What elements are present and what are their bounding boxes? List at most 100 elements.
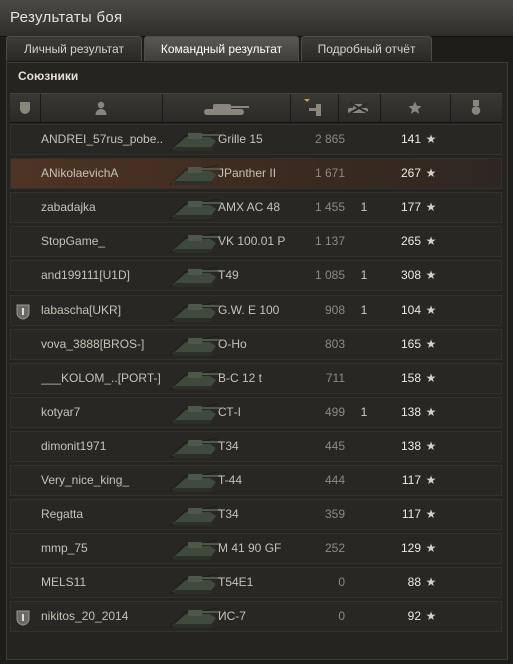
squad-badge-icon [16, 472, 34, 488]
experience-star-icon: ★ [425, 575, 437, 590]
tank-silhouette-icon [166, 298, 224, 324]
player-name[interactable]: Regatta [41, 500, 169, 529]
xp-value: 359 [324, 507, 345, 522]
tank-name: ИС-7 [218, 609, 246, 624]
kills-value [349, 500, 379, 529]
player-name[interactable]: ANikolaevichA [41, 159, 169, 188]
kills-value [349, 466, 379, 495]
table-row[interactable]: Regatta T34 359 117 ★ [10, 499, 502, 531]
player-name[interactable]: dimonit1971 [41, 432, 169, 461]
player-name[interactable]: Very_nice_king_ [41, 466, 169, 495]
tank-silhouette-icon [166, 400, 224, 426]
experience-value: 138 [400, 404, 421, 419]
tank-name: T-44 [218, 473, 243, 487]
table-row[interactable]: MELS11 T54E1 0 88 ★ [10, 567, 502, 599]
player-name[interactable]: kotyar7 [41, 398, 169, 427]
table-row[interactable]: nikitos_20_2014 ИС-7 0 92 ★ [10, 601, 502, 633]
tank-silhouette-icon [166, 434, 224, 460]
table-row[interactable]: labascha[UKR] G.W. E 100 908 1 104 ★ [10, 294, 502, 326]
xp-value: 803 [324, 336, 345, 351]
player-name[interactable]: StopGame_ [41, 227, 169, 256]
experience-value: 177 [400, 200, 421, 215]
table-row[interactable]: ANikolaevichA JPanther II 1 671 267 ★ [10, 158, 502, 190]
xp-column-header[interactable] [290, 94, 339, 122]
medals-cell [456, 330, 496, 359]
experience-value: 88 [407, 575, 421, 590]
player-name[interactable]: nikitos_20_2014 [41, 602, 169, 631]
tab-detailed-report[interactable]: Подробный отчёт [301, 36, 432, 61]
kills-value [349, 432, 379, 461]
tab-personal-result[interactable]: Личный результат [6, 36, 142, 61]
xp-value: 445 [324, 438, 345, 453]
table-row[interactable]: StopGame_ VK 100.01 P 1 137 265 ★ [10, 226, 502, 258]
table-row[interactable]: ANDREI_57rus_pobe.. Grille 15 2 865 141 ★ [10, 124, 502, 155]
table-row[interactable]: vova_3888[BROS-] O-Ho 803 165 ★ [10, 328, 502, 360]
xp-sort-icon [304, 99, 321, 116]
tank-silhouette-icon [166, 502, 224, 528]
table-row[interactable]: kotyar7 СТ-I 499 1 138 ★ [10, 396, 502, 428]
tank-name: O-Ho [218, 336, 247, 351]
player-column-header[interactable] [40, 94, 163, 122]
xp-value: 1 137 [314, 234, 345, 249]
kills-value [349, 568, 379, 597]
xp-value: 908 [324, 302, 345, 317]
experience-column-header[interactable] [380, 94, 451, 122]
medal-icon [471, 100, 481, 115]
experience-star-icon: ★ [425, 302, 437, 317]
tank-name: JPanther II [218, 166, 277, 181]
table-row[interactable]: ___KOLOM_..[PORT-] B-C 12 t 711 158 ★ [10, 362, 502, 394]
table-row[interactable]: and199111[U1D] T49 1 085 1 308 ★ [10, 260, 502, 292]
player-icon [95, 101, 107, 115]
squad-badge-icon [16, 302, 34, 320]
player-name[interactable]: mmp_75 [41, 534, 169, 563]
kills-column-header[interactable] [338, 94, 381, 122]
experience-value: 158 [400, 370, 421, 385]
kills-value [349, 227, 379, 256]
tank-silhouette-icon [166, 161, 224, 187]
squad-badge-icon [16, 199, 34, 215]
squad-badge-icon [16, 165, 34, 181]
section-title-allies: Союзники [18, 69, 79, 83]
medals-cell [456, 398, 496, 427]
player-name[interactable]: MELS11 [41, 568, 169, 597]
xp-value: 499 [324, 404, 345, 419]
player-name[interactable]: ANDREI_57rus_pobe.. [41, 125, 169, 154]
table-row[interactable]: Very_nice_king_ T-44 444 117 ★ [10, 465, 502, 496]
table-row[interactable]: dimonit1971 T34 445 138 ★ [10, 430, 502, 462]
experience-value: 141 [400, 132, 421, 146]
experience-value: 165 [400, 336, 421, 351]
player-name[interactable]: and199111[U1D] [41, 261, 169, 290]
table-row[interactable]: mmp_75 M 41 90 GF 252 129 ★ [10, 533, 502, 565]
tab-team-result[interactable]: Командный результат [144, 36, 299, 61]
medals-cell [456, 568, 496, 597]
player-name[interactable]: zabadajka [41, 193, 169, 222]
squad-badge-icon [16, 438, 34, 454]
medals-cell [456, 296, 496, 325]
squad-badge-icon [16, 540, 34, 556]
tank-silhouette-icon [166, 229, 224, 255]
medals-cell [456, 500, 496, 529]
medals-cell [456, 159, 496, 188]
player-name[interactable]: labascha[UKR] [41, 296, 169, 325]
player-name[interactable]: vova_3888[BROS-] [41, 330, 169, 359]
xp-value: 0 [338, 609, 345, 624]
medals-cell [456, 193, 496, 222]
squad-badge-icon [16, 574, 34, 590]
kills-icon [348, 102, 369, 114]
experience-star-icon: ★ [425, 200, 437, 215]
tank-column-header[interactable] [162, 94, 291, 122]
tank-name: G.W. E 100 [218, 302, 280, 317]
squad-badge-icon [16, 131, 34, 147]
player-name[interactable]: ___KOLOM_..[PORT-] [41, 364, 169, 393]
experience-value: 308 [400, 268, 421, 283]
experience-value: 117 [401, 473, 421, 487]
experience-star-icon: ★ [425, 541, 437, 556]
squad-badge-icon [16, 370, 34, 386]
table-header [10, 93, 502, 123]
table-row[interactable]: zabadajka AMX AC 48 1 455 1 177 ★ [10, 192, 502, 224]
squad-column-header[interactable] [10, 94, 41, 122]
xp-value: 1 455 [314, 200, 345, 215]
tank-name: B-C 12 t [218, 370, 263, 385]
experience-star-icon: ★ [425, 507, 437, 522]
medal-column-header[interactable] [450, 94, 502, 122]
